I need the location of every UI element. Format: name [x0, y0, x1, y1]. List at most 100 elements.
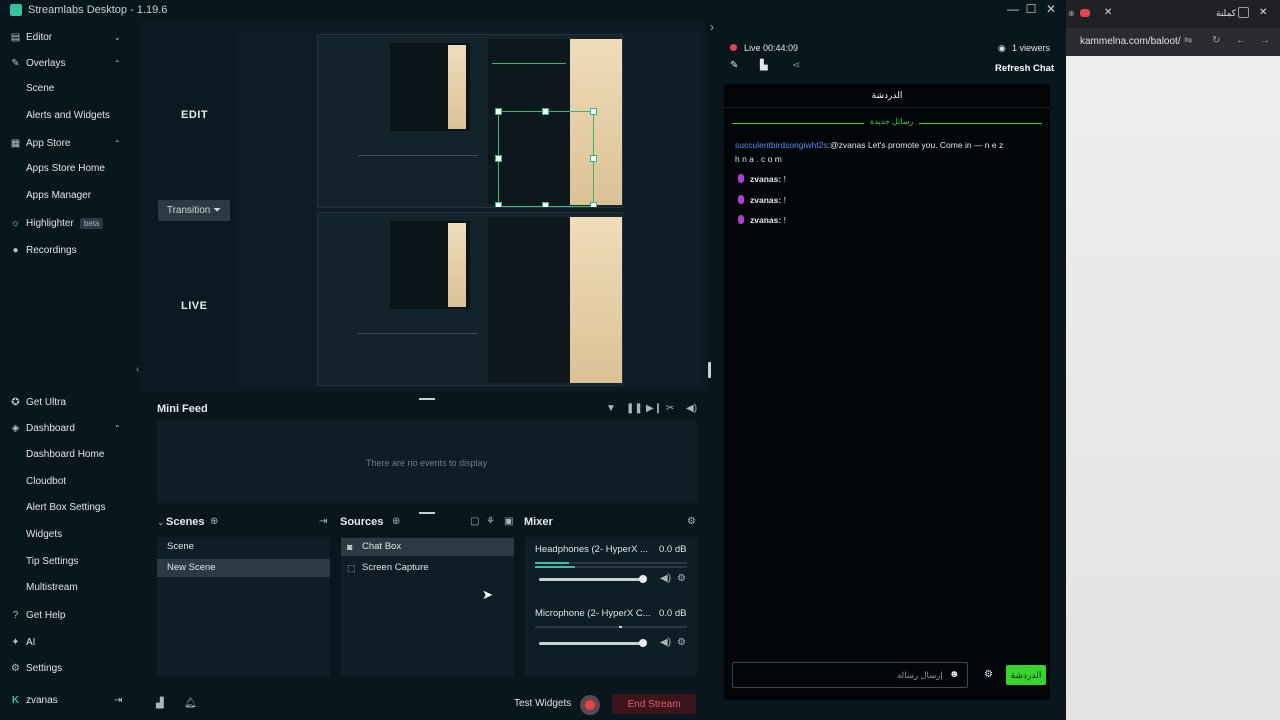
scene-transitions-icon[interactable]: ⇥: [319, 516, 327, 527]
scene-item-selected[interactable]: New Scene: [157, 559, 330, 577]
close-button[interactable]: ✕: [1041, 2, 1061, 16]
record-button[interactable]: [580, 695, 600, 715]
sidebar-item-label: App Store: [26, 137, 71, 149]
gear-icon[interactable]: ⚙: [984, 669, 993, 680]
sidebar-item-cloudbot[interactable]: Cloudbot: [26, 473, 66, 491]
sidebar-item-ai[interactable]: ✦ AI: [0, 631, 132, 653]
live-preview: [317, 212, 623, 386]
sidebar-user[interactable]: K zvanas ⇥: [0, 689, 132, 711]
sidebar-item-highlighter[interactable]: ☼ Highlighter beta: [0, 212, 132, 234]
chat-input[interactable]: إرسال رسالة ☻: [732, 662, 968, 688]
test-widgets-button[interactable]: Test Widgets: [514, 698, 571, 709]
sidebar-item-alerts-widgets[interactable]: Alerts and Widgets: [26, 107, 110, 125]
chat-username[interactable]: zvanas:: [750, 174, 781, 184]
resize-handle[interactable]: [590, 108, 597, 115]
back-icon[interactable]: ←: [1236, 35, 1246, 46]
logout-icon[interactable]: ⇥: [114, 695, 122, 706]
resize-handle[interactable]: [495, 202, 502, 207]
source-item[interactable]: Screen Capture: [341, 559, 514, 577]
emoji-icon[interactable]: ☻: [949, 669, 960, 680]
filter-icon[interactable]: ▼: [606, 403, 616, 414]
refresh-chat-button[interactable]: Refresh Chat: [995, 63, 1054, 74]
sidebar-item-multistream[interactable]: Multistream: [26, 579, 78, 597]
resize-handle[interactable]: [542, 202, 549, 207]
expand-chat-icon[interactable]: ›: [710, 20, 714, 34]
site-settings-icon[interactable]: ⇋: [1184, 35, 1192, 46]
sidebar-item-tip-settings[interactable]: Tip Settings: [26, 553, 78, 571]
speaker-icon[interactable]: ◀): [660, 637, 671, 648]
edit-icon[interactable]: ✎: [730, 60, 738, 71]
source-group-icon[interactable]: ⚘: [486, 516, 495, 527]
resize-handle[interactable]: [542, 108, 549, 115]
volume-slider[interactable]: [539, 642, 643, 645]
gear-icon[interactable]: ⚙: [687, 516, 696, 527]
volume-slider-knob[interactable]: [639, 639, 647, 647]
chat-username[interactable]: zvanas:: [750, 195, 781, 205]
close-tab-icon[interactable]: ✕: [1259, 7, 1267, 18]
resize-handle[interactable]: [590, 155, 597, 162]
sidebar-item-apps-store-home[interactable]: Apps Store Home: [26, 160, 105, 178]
sidebar-item-alert-box-settings[interactable]: Alert Box Settings: [26, 499, 105, 517]
collapse-sidebar-icon[interactable]: ‹: [136, 364, 139, 375]
sidebar-item-dashboard-home[interactable]: Dashboard Home: [26, 446, 104, 464]
skip-icon[interactable]: ▶❙: [646, 403, 662, 414]
sidebar-item-label: Settings: [26, 662, 63, 674]
speaker-icon[interactable]: ◀): [660, 573, 671, 584]
selection-box[interactable]: [498, 111, 594, 207]
scenes-list: Scene New Scene: [157, 537, 330, 677]
sidebar-item-app-store[interactable]: ▦ App Store ⌃: [0, 132, 132, 154]
resize-handle[interactable]: [495, 155, 502, 162]
transition-button[interactable]: Transition ⏷: [158, 200, 230, 221]
browser-tab-title[interactable]: كملنة: [1216, 8, 1236, 19]
sidebar-item-widgets[interactable]: Widgets: [26, 526, 62, 544]
new-messages-label: رسائل جديدة: [864, 117, 920, 126]
mic-badge-icon: [738, 215, 744, 224]
sidebar-item-get-help[interactable]: ? Get Help: [0, 604, 132, 626]
add-scene-icon[interactable]: ⊕: [210, 516, 218, 527]
chat-send-button[interactable]: الدردشة: [1006, 665, 1046, 685]
scene-item[interactable]: Scene: [157, 538, 330, 556]
chevron-down-icon[interactable]: ⌄: [157, 517, 165, 528]
stats-icon[interactable]: ▟: [156, 698, 164, 709]
resize-handle[interactable]: [590, 202, 597, 207]
chat-username[interactable]: succulentbirdsongiwht2s: [735, 140, 828, 150]
volume-icon[interactable]: ◀): [686, 403, 697, 414]
maximize-button[interactable]: ☐: [1021, 2, 1041, 16]
app-store-icon: ▦: [10, 137, 21, 149]
end-stream-button[interactable]: End Stream: [612, 694, 696, 714]
sidebar-item-overlays[interactable]: ✎ Overlays ⌃: [0, 52, 132, 74]
share-icon[interactable]: ⋖: [792, 60, 800, 71]
reload-icon[interactable]: ↻: [1212, 35, 1220, 46]
source-properties-icon[interactable]: ▢: [470, 516, 479, 527]
notifications-icon[interactable]: 🔔︎: [184, 698, 197, 709]
sidebar-item-recordings[interactable]: ● Recordings: [0, 239, 132, 261]
sidebar-item-settings[interactable]: ⚙ Settings: [0, 657, 132, 679]
folder-icon[interactable]: ▣: [504, 516, 513, 527]
mute-alerts-icon[interactable]: ✂: [666, 403, 674, 414]
drag-handle[interactable]: [419, 398, 435, 400]
sidebar-item-get-ultra[interactable]: ✪ Get Ultra: [0, 391, 132, 413]
sidebar-item-scene[interactable]: Scene: [26, 80, 54, 98]
volume-slider[interactable]: [539, 578, 643, 581]
add-source-icon[interactable]: ⊕: [392, 516, 400, 527]
sidebar-item-editor[interactable]: ▤ Editor ⌄: [0, 26, 132, 48]
sidebar-item-apps-manager[interactable]: Apps Manager: [26, 187, 91, 205]
help-icon: ?: [12, 609, 19, 621]
pause-icon[interactable]: ❚❚: [626, 403, 643, 414]
edit-preview[interactable]: [317, 34, 623, 208]
resize-handle[interactable]: [495, 108, 502, 115]
chevron-down-icon: ⌄: [114, 32, 121, 42]
popout-icon[interactable]: ▙: [760, 60, 768, 71]
drag-handle[interactable]: [419, 512, 435, 514]
gear-icon[interactable]: ⚙: [677, 637, 686, 648]
gear-icon[interactable]: ⚙: [677, 573, 686, 584]
volume-slider-knob[interactable]: [639, 575, 647, 583]
close-tab-icon[interactable]: ✕: [1104, 7, 1112, 18]
source-item-selected[interactable]: Chat Box: [341, 538, 514, 556]
forward-icon[interactable]: →: [1260, 35, 1270, 46]
panel-resize-handle[interactable]: [708, 362, 711, 378]
sidebar-item-dashboard[interactable]: ◈ Dashboard ⌃: [0, 417, 132, 439]
address-bar[interactable]: kammelna.com/baloot/: [1080, 36, 1181, 47]
chat-username[interactable]: zvanas:: [750, 215, 781, 225]
minimize-button[interactable]: —: [1003, 2, 1023, 16]
